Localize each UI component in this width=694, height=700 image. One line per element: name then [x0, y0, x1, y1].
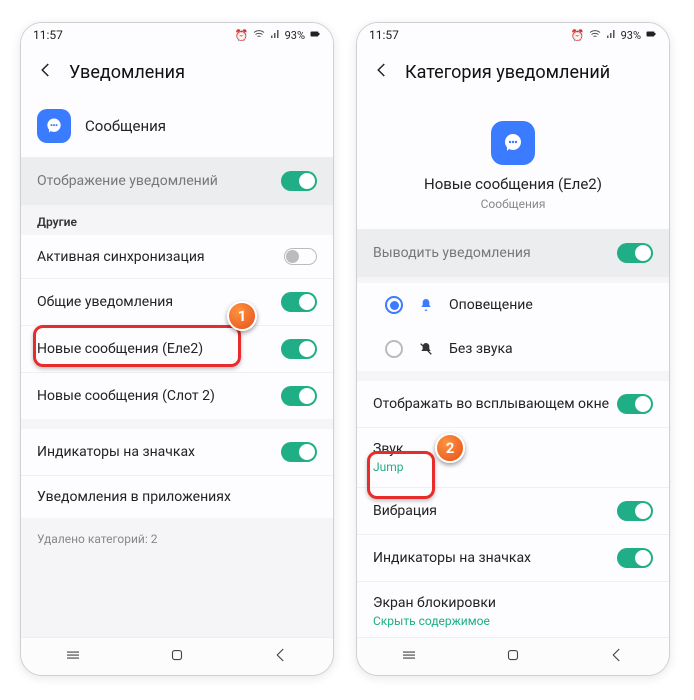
category-name: Новые сообщения (Еле2)	[369, 175, 657, 193]
signal-icon	[269, 28, 281, 43]
alarm-icon: ⏰	[235, 29, 249, 42]
bell-icon	[417, 297, 435, 313]
status-time: 11:57	[33, 28, 63, 42]
status-time: 11:57	[369, 28, 399, 42]
battery-text: 93%	[621, 29, 641, 42]
radio-silent-label: Без звука	[449, 341, 513, 357]
row-label: Экран блокировки	[373, 595, 496, 611]
row-badges[interactable]: Индикаторы на значках	[357, 535, 669, 582]
row-vibration[interactable]: Вибрация	[357, 488, 669, 535]
battery-icon	[309, 28, 321, 43]
row-label: Индикаторы на значках	[37, 444, 281, 460]
row-label: Вибрация	[373, 503, 617, 519]
phone-left: 11:57 ⏰ 93% Уведомления Сообщения	[20, 22, 334, 676]
section-other: Другие	[21, 205, 333, 235]
nav-back-icon[interactable]	[608, 646, 626, 668]
wifi-icon	[253, 28, 265, 43]
status-bar: 11:57 ⏰ 93%	[21, 23, 333, 47]
emit-notifications-row[interactable]: Выводить уведомления	[357, 229, 669, 277]
removed-categories: Удалено категорий: 2	[21, 518, 333, 560]
content: Сообщения Отображение уведомлений Другие…	[21, 99, 333, 637]
row-sub: Jump	[373, 460, 404, 474]
nav-recent-icon[interactable]	[64, 646, 82, 668]
wifi-icon	[589, 28, 601, 43]
row-label: Звук	[373, 441, 404, 457]
row-general-notif[interactable]: Общие уведомления	[21, 279, 333, 326]
row-new-messages-ele2[interactable]: Новые сообщения (Еле2)	[21, 326, 333, 373]
row-badges[interactable]: Индикаторы на значках	[21, 429, 333, 476]
row-popup[interactable]: Отображать во всплывающем окне	[357, 381, 669, 428]
content: Новые сообщения (Еле2) Сообщения Выводит…	[357, 99, 669, 637]
row-sound[interactable]: Звук Jump	[357, 428, 669, 488]
radio-selected-icon	[385, 296, 403, 314]
show-notifications-label: Отображение уведомлений	[37, 173, 218, 189]
toggle-slot2[interactable]	[281, 386, 317, 406]
back-icon[interactable]	[373, 61, 391, 83]
status-right: ⏰ 93%	[235, 28, 321, 43]
nav-bar	[357, 637, 669, 675]
status-bar: 11:57 ⏰ 93%	[357, 23, 669, 47]
radio-silent[interactable]: Без звука	[357, 327, 669, 371]
nav-home-icon[interactable]	[504, 646, 522, 668]
alarm-icon: ⏰	[571, 29, 585, 42]
row-label: Активная синхронизация	[37, 249, 284, 265]
page-title: Уведомления	[69, 62, 185, 83]
radio-unselected-icon	[385, 340, 403, 358]
toggle-general[interactable]	[281, 292, 317, 312]
page-title: Категория уведомлений	[405, 62, 610, 83]
row-label: Новые сообщения (Слот 2)	[37, 388, 281, 404]
row-sub: Скрыть содержимое	[373, 614, 496, 628]
titlebar: Категория уведомлений	[357, 47, 669, 99]
radio-alert[interactable]: Оповещение	[357, 283, 669, 327]
toggle-vibration[interactable]	[617, 501, 653, 521]
row-lockscreen[interactable]: Экран блокировки Скрыть содержимое	[357, 582, 669, 637]
bell-off-icon	[417, 341, 435, 357]
back-icon[interactable]	[37, 61, 55, 83]
row-label: Новые сообщения (Еле2)	[37, 341, 281, 357]
messages-app-icon	[37, 109, 71, 143]
category-sub: Сообщения	[369, 197, 657, 211]
nav-recent-icon[interactable]	[400, 646, 418, 668]
app-row: Сообщения	[21, 99, 333, 157]
toggle-badges[interactable]	[617, 548, 653, 568]
toggle-badges[interactable]	[281, 442, 317, 462]
show-notifications-row[interactable]: Отображение уведомлений	[21, 157, 333, 205]
signal-icon	[605, 28, 617, 43]
row-label: Общие уведомления	[37, 294, 281, 310]
nav-back-icon[interactable]	[272, 646, 290, 668]
messages-app-icon	[491, 121, 535, 165]
category-header: Новые сообщения (Еле2) Сообщения	[357, 99, 669, 229]
battery-icon	[645, 28, 657, 43]
show-notifications-toggle[interactable]	[281, 171, 317, 191]
row-label: Отображать во всплывающем окне	[373, 396, 617, 412]
row-label: Уведомления в приложениях	[37, 489, 317, 505]
app-name: Сообщения	[85, 117, 166, 135]
spacer	[357, 371, 669, 381]
phone-right: 11:57 ⏰ 93% Категория уведомлений Новые …	[356, 22, 670, 676]
row-inapp[interactable]: Уведомления в приложениях	[21, 476, 333, 518]
nav-home-icon[interactable]	[168, 646, 186, 668]
toggle-ele2[interactable]	[281, 339, 317, 359]
battery-text: 93%	[285, 29, 305, 42]
spacer	[21, 419, 333, 429]
toggle-popup[interactable]	[617, 394, 653, 414]
row-active-sync[interactable]: Активная синхронизация	[21, 235, 333, 279]
emit-label: Выводить уведомления	[373, 245, 531, 261]
emit-toggle[interactable]	[617, 243, 653, 263]
toggle-active-sync[interactable]	[284, 248, 317, 265]
radio-alert-label: Оповещение	[449, 297, 533, 313]
row-label: Индикаторы на значках	[373, 550, 617, 566]
nav-bar	[21, 637, 333, 675]
status-right: ⏰ 93%	[571, 28, 657, 43]
row-new-messages-slot2[interactable]: Новые сообщения (Слот 2)	[21, 373, 333, 419]
titlebar: Уведомления	[21, 47, 333, 99]
